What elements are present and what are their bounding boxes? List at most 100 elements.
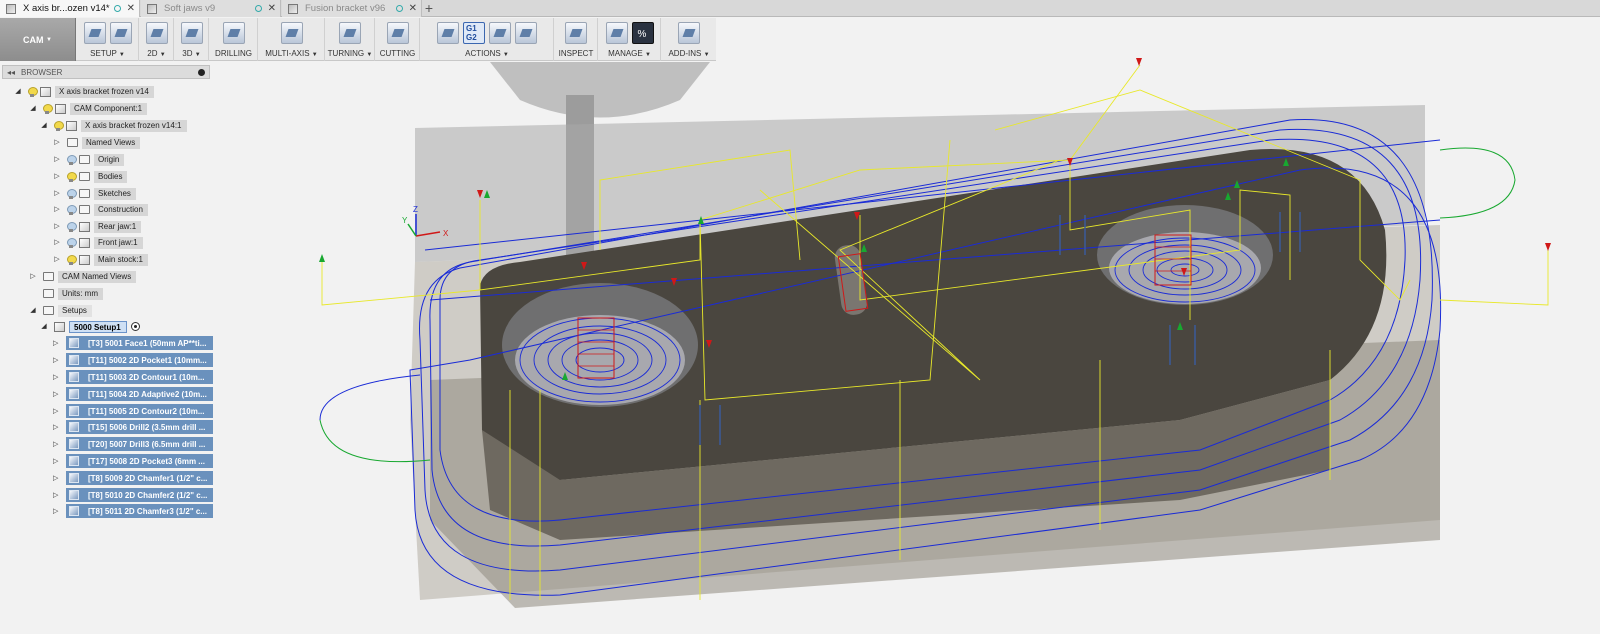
tree-sketches[interactable]: ▷ Sketches xyxy=(53,187,136,200)
collapsed-triangle-icon[interactable]: ▷ xyxy=(53,440,61,448)
visibility-bulb-icon[interactable] xyxy=(67,221,77,232)
expanded-triangle-icon[interactable]: ◢ xyxy=(29,307,37,315)
operation-row[interactable]: ▷ [T8] 5010 2D Chamfer2 (1/2" c... xyxy=(53,488,213,502)
tree-cam-named-views[interactable]: ▷ CAM Named Views xyxy=(29,270,137,283)
3d-milling-icon[interactable] xyxy=(180,22,203,44)
tree-setup1[interactable]: ◢ 5000 Setup1 xyxy=(40,320,140,333)
visibility-bulb-icon[interactable] xyxy=(67,254,77,265)
drilling-group[interactable]: DRILLING xyxy=(210,18,258,61)
turning-group[interactable]: TURNING ▼ xyxy=(326,18,375,61)
expanded-triangle-icon[interactable]: ◢ xyxy=(14,88,22,96)
tree-named-views[interactable]: ▷ Named Views xyxy=(53,136,141,149)
operation-row[interactable]: ▷ [T3] 5001 Face1 (50mm AP**ti... xyxy=(53,336,213,350)
visibility-bulb-icon[interactable] xyxy=(28,86,38,97)
visibility-bulb-icon[interactable] xyxy=(67,154,77,165)
2d-milling-icon[interactable] xyxy=(145,22,168,44)
collapsed-triangle-icon[interactable]: ▷ xyxy=(53,239,61,247)
tree-bodies[interactable]: ▷ Bodies xyxy=(53,170,128,183)
operation-row[interactable]: ▷ [T11] 5005 2D Contour2 (10m... xyxy=(53,404,213,418)
collapsed-triangle-icon[interactable]: ▷ xyxy=(53,139,61,147)
visibility-bulb-icon[interactable] xyxy=(67,204,77,215)
close-icon[interactable]: ✕ xyxy=(409,3,417,14)
generate-icon[interactable] xyxy=(515,22,537,44)
visibility-bulb-icon[interactable] xyxy=(67,188,77,199)
multi-axis-group[interactable]: MULTI-AXIS ▼ xyxy=(259,18,325,61)
collapsed-triangle-icon[interactable]: ▷ xyxy=(29,273,37,281)
collapsed-triangle-icon[interactable]: ▷ xyxy=(53,173,61,181)
tree-construction[interactable]: ▷ Construction xyxy=(53,203,148,216)
operation-row[interactable]: ▷ [T11] 5002 2D Pocket1 (10mm... xyxy=(53,353,213,367)
visibility-bulb-icon[interactable] xyxy=(67,237,77,248)
close-icon[interactable]: ✕ xyxy=(127,3,135,14)
workspace-switcher-button[interactable]: CAM ▼ xyxy=(0,18,76,61)
operation-row[interactable]: ▷ [T11] 5004 2D Adaptive2 (10m... xyxy=(53,387,213,401)
3d-group[interactable]: 3D ▼ xyxy=(175,18,209,61)
tree-origin[interactable]: ▷ Origin xyxy=(53,153,125,166)
inspect-group[interactable]: INSPECT xyxy=(555,18,598,61)
collapsed-triangle-icon[interactable]: ▷ xyxy=(53,339,61,347)
new-tab-plus-icon[interactable]: + xyxy=(423,0,435,17)
collapsed-triangle-icon[interactable]: ▷ xyxy=(53,390,61,398)
multi-axis-icon[interactable] xyxy=(280,22,303,44)
tree-root-document[interactable]: ◢ X axis bracket frozen v14 xyxy=(14,85,154,98)
cutting-group[interactable]: CUTTING xyxy=(376,18,420,61)
collapsed-triangle-icon[interactable]: ▷ xyxy=(53,373,61,381)
new-setup-icon[interactable] xyxy=(83,22,106,44)
setup-group[interactable]: SETUP ▼ xyxy=(77,18,139,61)
operation-row[interactable]: ▷ [T17] 5008 2D Pocket3 (6mm ... xyxy=(53,454,213,468)
2d-group[interactable]: 2D ▼ xyxy=(140,18,174,61)
tab-fusion-bracket[interactable]: Fusion bracket v96 ✕ xyxy=(282,0,422,17)
toolpath-scene[interactable]: Z X Y xyxy=(0,0,1600,634)
drill-icon[interactable] xyxy=(222,22,245,44)
tool-library-icon[interactable] xyxy=(605,22,628,44)
collapse-panel-icon[interactable]: ◂◂ xyxy=(7,68,15,77)
visibility-bulb-icon[interactable] xyxy=(43,103,53,114)
tree-setups[interactable]: ◢ Setups xyxy=(29,304,92,317)
actions-group[interactable]: G1 G2 ACTIONS ▼ xyxy=(421,18,554,61)
collapsed-triangle-icon[interactable]: ▷ xyxy=(53,474,61,482)
operation-row[interactable]: ▷ [T8] 5011 2D Chamfer3 (1/2" c... xyxy=(53,504,213,518)
collapsed-triangle-icon[interactable]: ▷ xyxy=(53,356,61,364)
tree-main-stock[interactable]: ▷ Main stock:1 xyxy=(53,253,148,266)
expanded-triangle-icon[interactable]: ◢ xyxy=(40,122,48,130)
browser-header[interactable]: ◂◂ BROWSER xyxy=(2,65,210,79)
tree-front-jaw[interactable]: ▷ Front jaw:1 xyxy=(53,236,143,249)
operation-row[interactable]: ▷ [T20] 5007 Drill3 (6.5mm drill ... xyxy=(53,437,213,451)
tree-cam-component[interactable]: ◢ CAM Component:1 xyxy=(29,102,148,115)
tab-x-axis-bracket[interactable]: X axis br...ozen v14* ✕ xyxy=(0,0,140,17)
cutting-torch-icon[interactable] xyxy=(386,22,409,44)
tree-bracket-occurrence[interactable]: ◢ X axis bracket frozen v14:1 xyxy=(40,119,187,132)
expanded-triangle-icon[interactable]: ◢ xyxy=(40,323,48,331)
setup-folder-icon[interactable] xyxy=(109,22,132,44)
collapsed-triangle-icon[interactable]: ▷ xyxy=(53,223,61,231)
options-dot-icon[interactable] xyxy=(198,68,205,76)
collapsed-triangle-icon[interactable]: ▷ xyxy=(53,507,61,515)
collapsed-triangle-icon[interactable]: ▷ xyxy=(53,190,61,198)
collapsed-triangle-icon[interactable]: ▷ xyxy=(53,407,61,415)
tab-soft-jaws[interactable]: Soft jaws v9 ✕ xyxy=(141,0,281,17)
operation-row[interactable]: ▷ [T8] 5009 2D Chamfer1 (1/2" c... xyxy=(53,471,213,485)
operation-row[interactable]: ▷ [T11] 5003 2D Contour1 (10m... xyxy=(53,370,213,384)
close-icon[interactable]: ✕ xyxy=(268,3,276,14)
scripts-gear-icon[interactable] xyxy=(678,22,700,44)
setup-sheet-icon[interactable] xyxy=(489,22,511,44)
visibility-bulb-icon[interactable] xyxy=(54,120,64,131)
activate-target-icon[interactable] xyxy=(130,322,140,331)
collapsed-triangle-icon[interactable]: ▷ xyxy=(53,423,61,431)
tree-units[interactable]: Units: mm xyxy=(43,287,103,300)
post-process-icon[interactable]: G1 G2 xyxy=(463,22,485,44)
measure-ruler-icon[interactable] xyxy=(565,22,587,44)
collapsed-triangle-icon[interactable]: ▷ xyxy=(53,206,61,214)
collapsed-triangle-icon[interactable]: ▷ xyxy=(53,491,61,499)
collapsed-triangle-icon[interactable]: ▷ xyxy=(53,457,61,465)
collapsed-triangle-icon[interactable]: ▷ xyxy=(53,156,61,164)
tree-rear-jaw[interactable]: ▷ Rear jaw:1 xyxy=(53,220,142,233)
simulate-icon[interactable] xyxy=(437,22,459,44)
add-ins-group[interactable]: ADD-INS ▼ xyxy=(662,18,716,61)
3d-viewport[interactable]: Z X Y xyxy=(0,0,1600,634)
turning-icon[interactable] xyxy=(339,22,361,44)
collapsed-triangle-icon[interactable]: ▷ xyxy=(53,256,61,264)
operation-row[interactable]: ▷ [T15] 5006 Drill2 (3.5mm drill ... xyxy=(53,420,213,434)
post-library-icon[interactable]: % xyxy=(631,22,654,44)
manage-group[interactable]: % MANAGE ▼ xyxy=(599,18,661,61)
